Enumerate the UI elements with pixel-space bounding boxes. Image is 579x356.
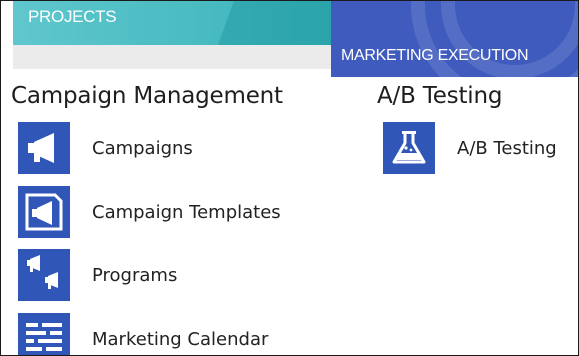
nav-item-campaign-templates[interactable]: Campaign Templates bbox=[18, 186, 281, 238]
nav-item-label: Campaign Templates bbox=[92, 201, 281, 223]
section-title-campaign-management: Campaign Management bbox=[11, 83, 283, 109]
projects-tile-label: PROJECTS bbox=[28, 7, 117, 26]
nav-item-label: A/B Testing bbox=[457, 137, 557, 159]
tile-decoration-ring bbox=[411, 1, 578, 77]
nav-item-label: Campaigns bbox=[92, 137, 193, 159]
nav-item-label: Marketing Calendar bbox=[92, 328, 269, 350]
nav-item-marketing-calendar[interactable]: Marketing Calendar bbox=[18, 313, 269, 355]
megaphone-template-icon bbox=[18, 186, 70, 238]
marketing-execution-tile[interactable]: MARKETING EXECUTION bbox=[331, 1, 578, 77]
calendar-icon bbox=[18, 313, 70, 355]
megaphone-icon bbox=[18, 122, 70, 174]
marketing-execution-tile-label: MARKETING EXECUTION bbox=[341, 47, 529, 64]
nav-item-programs[interactable]: Programs bbox=[18, 249, 177, 301]
nav-item-ab-testing[interactable]: A/B Testing bbox=[383, 122, 557, 174]
flask-icon bbox=[383, 122, 435, 174]
app-window: PROJECTS MARKETING EXECUTION Campaign Ma… bbox=[0, 0, 579, 356]
section-title-ab-testing: A/B Testing bbox=[377, 83, 503, 109]
tile-decoration bbox=[201, 1, 331, 45]
nav-item-label: Programs bbox=[92, 264, 178, 286]
nav-item-campaigns[interactable]: Campaigns bbox=[18, 122, 193, 174]
multi-megaphone-icon bbox=[18, 249, 70, 301]
projects-tile-strip bbox=[13, 45, 331, 69]
projects-tile[interactable]: PROJECTS bbox=[13, 1, 331, 45]
